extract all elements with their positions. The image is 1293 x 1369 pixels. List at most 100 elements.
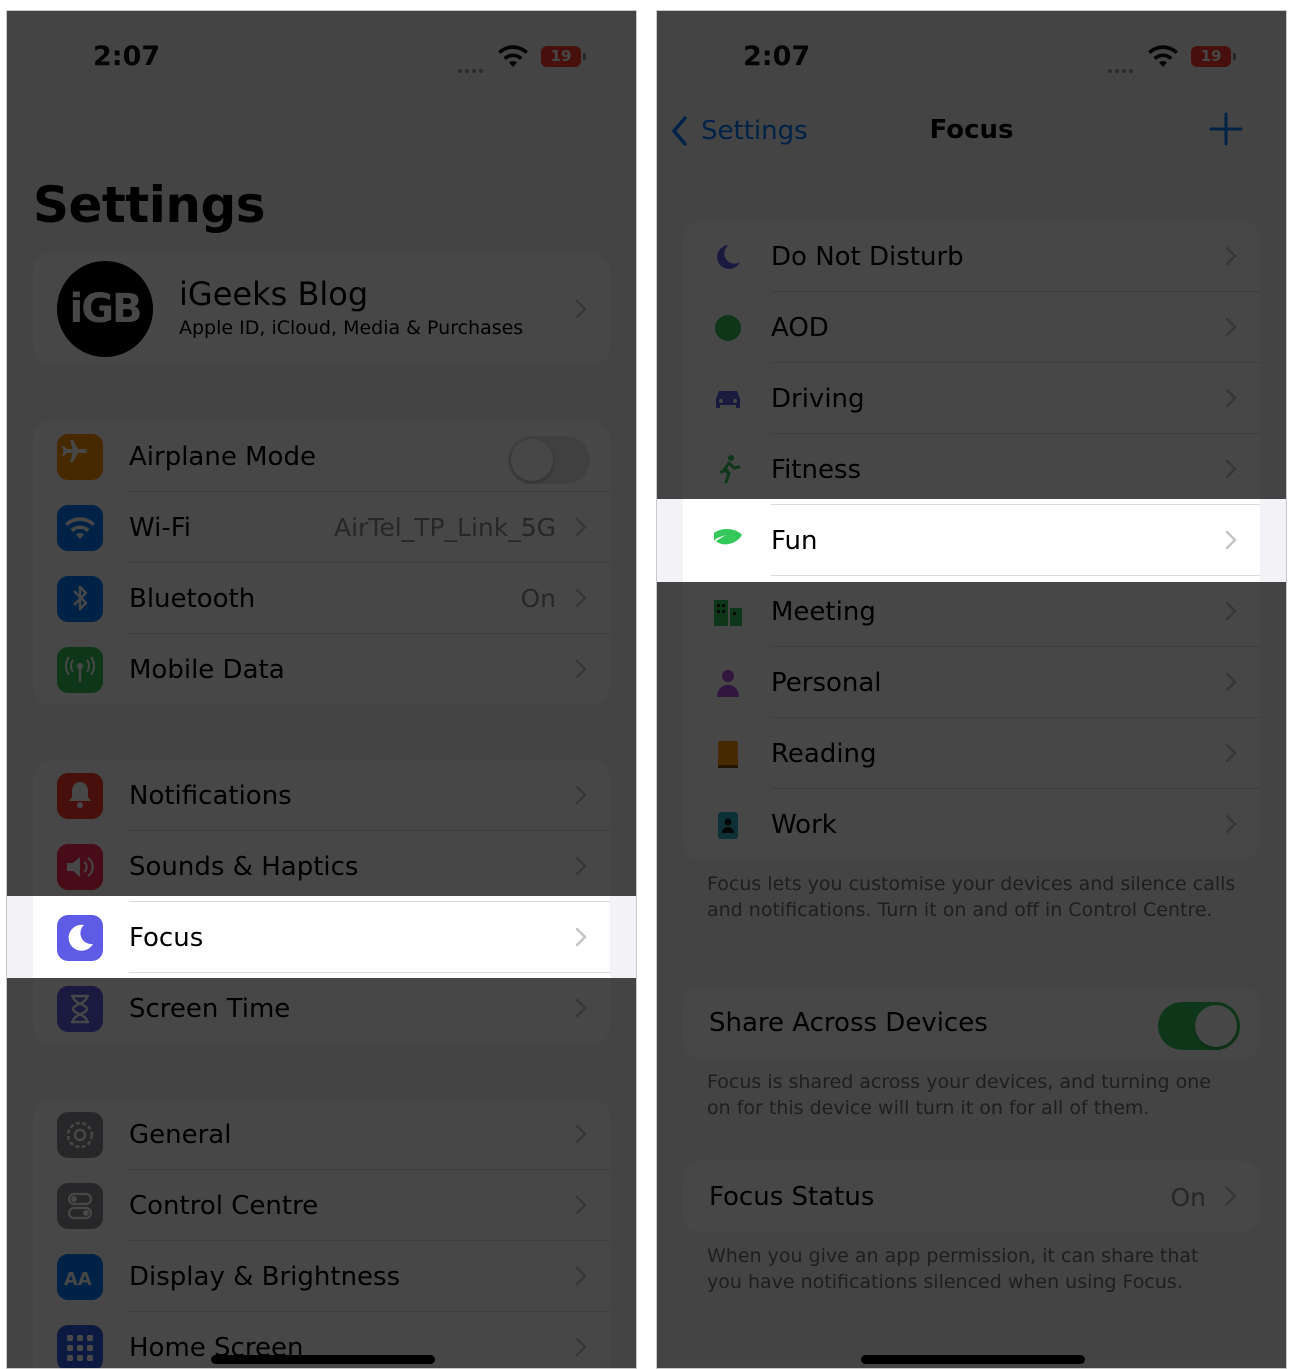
share-description: Focus is shared across your devices, and… <box>707 1071 1211 1119</box>
settings-row-wi-fi[interactable]: Wi-Fi AirTel_TP_Link_5G <box>33 492 610 563</box>
toggle-knob <box>1195 1005 1237 1047</box>
chevron-right-icon <box>575 998 587 1018</box>
settings-row-bluetooth[interactable]: Bluetooth On <box>33 563 610 634</box>
nav-title: Focus <box>929 115 1014 145</box>
chevron-right-icon <box>1225 388 1237 408</box>
battery-icon: 19 <box>541 46 586 67</box>
chevron-right-icon <box>575 1195 587 1215</box>
account-subtitle: Apple ID, iCloud, Media & Purchases <box>179 317 524 339</box>
focus-description: Focus lets you customise your devices an… <box>707 873 1236 921</box>
chevron-right-icon <box>575 1337 587 1357</box>
focus-modes-group: Do Not Disturb AOD Driving Fitness Fun Meetin… <box>683 221 1260 860</box>
focus-mode-work[interactable]: Work <box>683 789 1260 860</box>
home-indicator <box>211 1355 435 1364</box>
focus-mode-personal[interactable]: Personal <box>683 647 1260 718</box>
chevron-right-icon <box>1225 814 1237 834</box>
svg-text:AA: AA <box>64 1269 92 1290</box>
mode-label: Meeting <box>771 596 876 627</box>
chevron-right-icon <box>1225 317 1237 337</box>
row-label: Mobile Data <box>129 654 285 685</box>
bell-icon <box>57 773 103 819</box>
chevron-right-icon <box>1225 246 1237 266</box>
focus-mode-reading[interactable]: Reading <box>683 718 1260 789</box>
mode-label: Fun <box>771 525 818 556</box>
mode-label: Work <box>771 809 837 840</box>
share-label: Share Across Devices <box>709 1008 988 1038</box>
row-label: Control Centre <box>129 1190 319 1221</box>
focus-status-value: On <box>1170 1182 1206 1212</box>
focus-mode-meeting[interactable]: Meeting <box>683 576 1260 647</box>
settings-row-screen-time[interactable]: Screen Time <box>33 973 610 1044</box>
focus-screen: 2:07 19 Settings Focus Do Not Disturb AOD… <box>656 10 1287 1369</box>
settings-row-focus[interactable]: Focus <box>33 902 610 973</box>
status-time: 2:07 <box>743 41 811 72</box>
toggle-knob <box>511 439 553 481</box>
settings-row-mobile-data[interactable]: Mobile Data <box>33 634 610 705</box>
settings-row-control-centre[interactable]: Control Centre <box>33 1170 610 1241</box>
badge-icon <box>705 802 751 848</box>
settings-row-notifications[interactable]: Notifications <box>33 760 610 831</box>
row-value: AirTel_TP_Link_5G <box>334 513 556 542</box>
account-row[interactable]: iGB iGeeks Blog Apple ID, iCloud, Media … <box>33 253 610 365</box>
gear-icon <box>57 1112 103 1158</box>
person-icon <box>705 660 751 706</box>
chevron-right-icon <box>1225 743 1237 763</box>
chevron-right-icon <box>575 659 587 679</box>
chevron-right-icon <box>575 1266 587 1286</box>
mode-label: Personal <box>771 667 882 698</box>
focus-status-description: When you give an app permission, it can … <box>707 1245 1199 1293</box>
share-across-devices-row: Share Across Devices <box>683 987 1260 1059</box>
text-size-icon: AA <box>57 1254 103 1300</box>
leaf-icon <box>705 518 751 564</box>
cellular-signal-icon <box>458 58 488 73</box>
focus-status-label: Focus Status <box>709 1182 875 1212</box>
row-label: Display & Brightness <box>129 1261 401 1292</box>
chevron-right-icon <box>575 299 587 319</box>
row-label: Sounds & Haptics <box>129 851 359 882</box>
add-focus-button[interactable] <box>1208 111 1244 147</box>
focus-mode-do-not-disturb[interactable]: Do Not Disturb <box>683 221 1260 292</box>
navigation-bar: Settings Focus <box>657 111 1286 171</box>
focus-mode-fun[interactable]: Fun <box>683 505 1260 576</box>
moon-icon <box>705 234 751 280</box>
battery-icon: 19 <box>1191 46 1236 67</box>
hourglass-icon <box>57 986 103 1032</box>
bluetooth-icon <box>57 576 103 622</box>
book-icon <box>705 731 751 777</box>
chevron-right-icon <box>575 1124 587 1144</box>
settings-screen: 2:07 19 Settings iGB iGeeks Blog Apple I… <box>6 10 637 1369</box>
settings-row-display-and-brightness[interactable]: AA Display & Brightness <box>33 1241 610 1312</box>
share-across-devices-toggle[interactable] <box>1158 1002 1240 1050</box>
moon-icon <box>57 915 103 961</box>
mode-label: Fitness <box>771 454 862 485</box>
mode-label: Driving <box>771 383 865 414</box>
runner-icon <box>705 447 751 493</box>
row-label: General <box>129 1119 232 1150</box>
focus-mode-aod[interactable]: AOD <box>683 292 1260 363</box>
status-bar: 2:07 19 <box>657 11 1286 101</box>
chevron-right-icon <box>1225 672 1237 692</box>
building-icon <box>705 589 751 635</box>
chevron-right-icon <box>1225 530 1237 550</box>
focus-status-row[interactable]: Focus Status On <box>683 1161 1260 1233</box>
chevron-right-icon <box>575 927 587 947</box>
row-label: Bluetooth <box>129 583 256 614</box>
account-name: iGeeks Blog <box>179 275 369 313</box>
airplane-mode-toggle[interactable] <box>508 436 590 484</box>
row-label: Focus <box>129 922 204 953</box>
settings-row-general[interactable]: General <box>33 1099 610 1170</box>
focus-mode-driving[interactable]: Driving <box>683 363 1260 434</box>
chevron-right-icon <box>575 785 587 805</box>
chevron-right-icon <box>1225 601 1237 621</box>
row-label: Wi-Fi <box>129 512 192 543</box>
antenna-icon <box>57 647 103 693</box>
home-indicator <box>861 1355 1085 1364</box>
settings-row-sounds-and-haptics[interactable]: Sounds & Haptics <box>33 831 610 902</box>
mode-label: Reading <box>771 738 877 769</box>
row-label: Notifications <box>129 780 292 811</box>
notifications-group: Notifications Sounds & Haptics Focus Screen… <box>33 760 610 1044</box>
speaker-icon <box>57 844 103 890</box>
focus-mode-fitness[interactable]: Fitness <box>683 434 1260 505</box>
grid-icon <box>57 1325 103 1368</box>
settings-row-airplane-mode[interactable]: Airplane Mode <box>33 421 610 492</box>
